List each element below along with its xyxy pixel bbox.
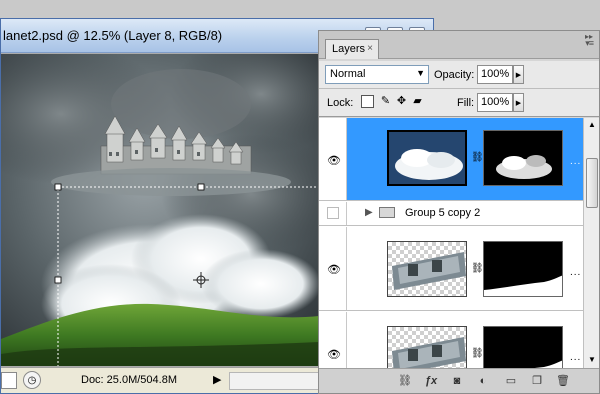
eye-icon[interactable]: 👁 — [327, 263, 341, 276]
lock-label: Lock: — [327, 97, 354, 109]
layers-list[interactable]: 👁 ⛓ ... ▶ Group 5 copy 2 👁 ⛓ ... 👁 ⛓ ... — [319, 118, 583, 369]
panel-menu-icon[interactable]: ▾≡ — [585, 38, 594, 49]
layer-mask-thumbnail[interactable] — [483, 241, 563, 297]
opacity-input[interactable]: 100% — [477, 65, 513, 84]
group-row[interactable]: ▶ Group 5 copy 2 — [319, 202, 583, 226]
scroll-thumb[interactable] — [586, 158, 598, 208]
tab-layers-label: Layers — [332, 43, 366, 55]
document-title: lanet2.psd @ 12.5% (Layer 8, RGB/8) — [3, 28, 223, 43]
new-layer-icon[interactable]: ❐ — [529, 374, 545, 389]
layers-panel: Layers × ▸▸ ▾≡ Normal ▼ Opacity: 100% ▶ … — [318, 30, 600, 394]
folder-icon — [379, 207, 395, 218]
zoom-field[interactable] — [1, 372, 17, 389]
link-icon[interactable]: ⛓ — [471, 152, 484, 166]
fx-icon[interactable]: ƒx — [423, 374, 439, 389]
more-dots: ... — [570, 156, 582, 167]
status-menu-arrow[interactable]: ▶ — [213, 373, 221, 386]
visibility-cell[interactable]: 👁 — [319, 118, 347, 200]
scroll-up-icon[interactable]: ▲ — [586, 120, 598, 132]
layer-mask-thumbnail[interactable] — [483, 130, 563, 186]
image-canvas[interactable] — [1, 54, 319, 366]
link-icon[interactable]: ⛓ — [471, 348, 484, 362]
more-dots: ... — [570, 267, 582, 278]
blend-row: Normal ▼ Opacity: 100% ▶ — [319, 61, 599, 89]
lock-transparent-icon[interactable] — [361, 95, 374, 108]
trash-icon[interactable]: 🗑 — [555, 374, 571, 389]
layer-thumbnail[interactable] — [387, 241, 467, 297]
panel-footer: ⛓ ƒx ◙ ◐ ▭ ❐ 🗑 — [319, 368, 599, 393]
link-icon[interactable]: ⛓ — [471, 263, 484, 277]
scroll-down-icon[interactable]: ▼ — [586, 355, 598, 367]
layer-row[interactable]: 👁 ⛓ ... — [319, 227, 583, 311]
fill-label: Fill: — [457, 97, 475, 109]
eye-icon[interactable]: 👁 — [327, 348, 341, 361]
chevron-down-icon: ▼ — [416, 68, 425, 78]
doc-size: Doc: 25.0M/504.8M — [81, 374, 177, 386]
opacity-slider-button[interactable]: ▶ — [513, 65, 524, 84]
layer-thumbnail[interactable] — [387, 326, 467, 369]
close-icon[interactable]: × — [367, 43, 373, 54]
visibility-cell[interactable] — [319, 202, 347, 225]
lock-all-icon[interactable]: ▰ — [411, 95, 424, 108]
new-group-icon[interactable]: ▭ — [503, 374, 519, 389]
photoshop-workspace: lanet2.psd @ 12.5% (Layer 8, RGB/8) ◷ Do… — [0, 0, 600, 394]
lock-brush-icon[interactable]: ✎ — [379, 95, 392, 108]
add-mask-icon[interactable]: ◙ — [449, 374, 465, 389]
lock-move-icon[interactable]: ✥ — [395, 95, 408, 108]
fill-input[interactable]: 100% — [477, 93, 513, 112]
layer-thumbnail[interactable] — [387, 130, 467, 186]
layer-row[interactable]: 👁 ⛓ ... — [319, 312, 583, 369]
panel-header: Layers × ▸▸ ▾≡ — [319, 31, 599, 59]
lock-row: Lock: ✎ ✥ ▰ Fill: 100% ▶ — [319, 89, 599, 117]
layers-scrollbar[interactable]: ▲ ▼ — [583, 118, 599, 369]
expand-arrow-icon[interactable]: ▶ — [365, 207, 373, 218]
blend-mode-select[interactable]: Normal ▼ — [325, 65, 429, 84]
layer-row-selected[interactable]: 👁 ⛓ ... — [319, 118, 583, 201]
tab-layers[interactable]: Layers × — [325, 39, 379, 59]
group-name: Group 5 copy 2 — [405, 207, 481, 219]
link-layers-icon[interactable]: ⛓ — [397, 374, 413, 389]
visibility-cell[interactable]: 👁 — [319, 312, 347, 369]
fill-slider-button[interactable]: ▶ — [513, 93, 524, 112]
more-dots: ... — [570, 352, 582, 363]
eye-icon[interactable]: 👁 — [327, 154, 341, 167]
opacity-label: Opacity: — [434, 69, 475, 81]
canvas-image — [1, 54, 319, 366]
horizontal-scrollbar[interactable] — [229, 372, 319, 390]
blend-mode-value: Normal — [330, 68, 366, 80]
visibility-cell[interactable]: 👁 — [319, 227, 347, 310]
layer-mask-thumbnail[interactable] — [483, 326, 563, 369]
status-info-icon[interactable]: ◷ — [23, 371, 41, 389]
adjustment-layer-icon[interactable]: ◐ — [475, 374, 491, 389]
visibility-empty-box[interactable] — [327, 207, 339, 219]
